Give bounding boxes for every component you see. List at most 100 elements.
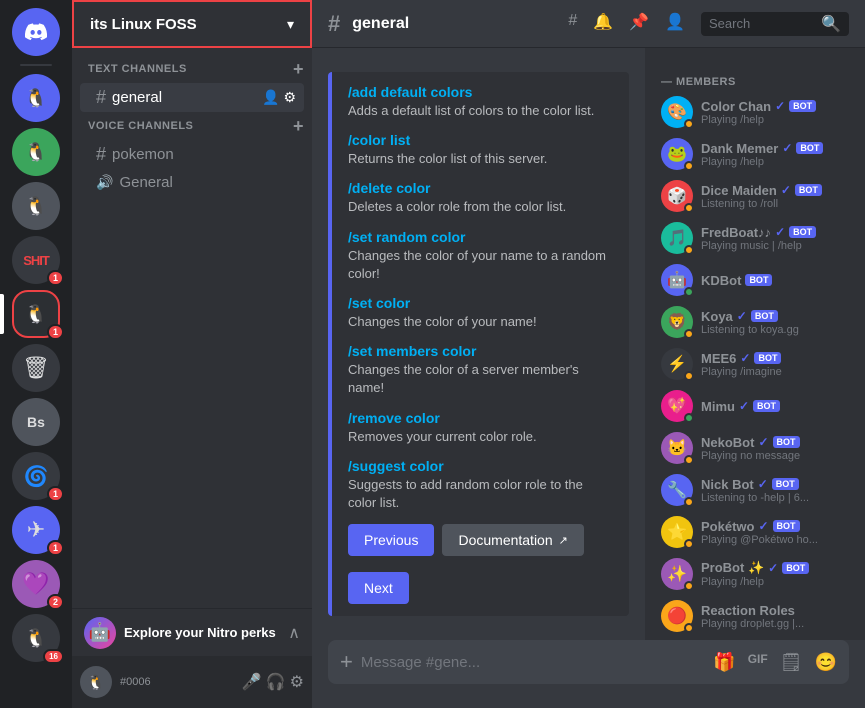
text-channels-header[interactable]: TEXT CHANNELS +	[72, 56, 312, 82]
member-name: FredBoat♪♪ ✓ BOT	[701, 225, 849, 240]
channel-general[interactable]: # general 👤 ⚙	[80, 83, 304, 112]
next-button[interactable]: Next	[348, 572, 409, 604]
cmd-name-4[interactable]: /set random color	[348, 229, 613, 245]
member-status: Playing @Pokétwo ho...	[701, 534, 849, 546]
explore-nitro-banner[interactable]: 🤖 Explore your Nitro perks ∧	[72, 608, 312, 656]
bot-badge: BOT	[773, 436, 800, 448]
channel-pokemon[interactable]: # pokemon	[80, 140, 304, 169]
cmd-name-1[interactable]: /add default colors	[348, 84, 613, 100]
member-item[interactable]: ⚡ MEE6 ✓ BOT Playing /imagine	[653, 344, 857, 384]
server-3[interactable]: 🐧	[12, 182, 60, 230]
member-item[interactable]: 🦁 Koya ✓ BOT Listening to koya.gg	[653, 302, 857, 342]
server-trash[interactable]: 🗑	[12, 344, 60, 392]
member-name: Koya ✓ BOT	[701, 309, 849, 324]
member-name: KDBot BOT	[701, 273, 849, 288]
status-dot	[684, 203, 694, 213]
cmd-name-7[interactable]: /remove color	[348, 410, 613, 426]
member-item[interactable]: 💖 Mimu ✓ BOT	[653, 386, 857, 426]
server-bs[interactable]: Bs	[12, 398, 60, 446]
server-shit[interactable]: SHIT 1	[12, 236, 60, 284]
previous-button[interactable]: Previous	[348, 524, 434, 556]
headset-button[interactable]: 🎧	[266, 672, 286, 692]
member-item[interactable]: 🔧 Nick Bot ✓ BOT Listening to -help | 6.…	[653, 470, 857, 510]
cmd-name-5[interactable]: /set color	[348, 295, 613, 311]
cmd-name-3[interactable]: /delete color	[348, 180, 613, 196]
member-item[interactable]: 🎲 Dice Maiden ✓ BOT Listening to /roll	[653, 176, 857, 216]
member-item[interactable]: 🎨 Color Chan ✓ BOT Playing /help	[653, 92, 857, 132]
add-attachment-button[interactable]: +	[340, 651, 353, 673]
bot-badge: BOT	[789, 100, 816, 112]
documentation-label: Documentation	[458, 532, 552, 548]
notifications-icon[interactable]: 🔔	[593, 12, 613, 36]
channel-general-name: general	[112, 89, 256, 106]
user-discriminator: #0006	[120, 676, 234, 688]
member-status: Playing /imagine	[701, 366, 849, 378]
server-header[interactable]: its Linux FOSS ▾	[72, 0, 312, 48]
sticker-icon[interactable]: 🗒	[780, 652, 803, 673]
search-box[interactable]: 🔍	[701, 12, 849, 36]
pin-icon[interactable]: 📌	[629, 12, 649, 36]
add-text-channel-button[interactable]: +	[293, 60, 304, 78]
member-item[interactable]: ✨ ProBot ✨ ✓ BOT Playing /help	[653, 554, 857, 594]
search-input[interactable]	[709, 16, 817, 31]
server-swirl[interactable]: 🌀 1	[12, 452, 60, 500]
member-item[interactable]: 🎵 FredBoat♪♪ ✓ BOT Playing music | /help	[653, 218, 857, 258]
server-1[interactable]: 🐧	[12, 74, 60, 122]
server-new[interactable]: 🐧 16	[12, 614, 60, 662]
server-purple[interactable]: 💜 2	[12, 560, 60, 608]
mic-button[interactable]: 🎤	[242, 672, 262, 692]
settings-icon[interactable]: ⚙	[283, 89, 296, 106]
channel-voice-general[interactable]: 🔊 General	[80, 170, 304, 195]
member-item[interactable]: 🔴 Reaction Roles Playing droplet.gg |...	[653, 596, 857, 636]
member-name: Nick Bot ✓ BOT	[701, 477, 849, 492]
members-icon[interactable]: 👤	[665, 12, 685, 36]
bot-badge: BOT	[782, 562, 809, 574]
nav-buttons-row: Previous Documentation ↗	[348, 524, 613, 556]
member-avatar: 🔴	[661, 600, 693, 632]
bot-badge: BOT	[796, 142, 823, 154]
next-button-row: Next	[348, 564, 613, 604]
server-linux-foss[interactable]: 🐧 1	[12, 290, 60, 338]
cmd-name-8[interactable]: /suggest color	[348, 458, 613, 474]
help-command-set-random-color: /set random color Changes the color of y…	[348, 229, 613, 283]
explore-nitro-chevron: ∧	[288, 623, 300, 643]
member-info: Pokétwo ✓ BOT Playing @Pokétwo ho...	[701, 519, 849, 546]
gif-icon[interactable]: GIF	[748, 652, 768, 673]
member-item[interactable]: ⭐ Pokétwo ✓ BOT Playing @Pokétwo ho...	[653, 512, 857, 552]
member-status: Playing /help	[701, 156, 849, 168]
cmd-desc-8: Suggests to add random color role to the…	[348, 476, 613, 512]
help-command-color-list: /color list Returns the color list of th…	[348, 132, 613, 168]
message-input-icons: 🎁 GIF 🗒 😊	[713, 652, 837, 673]
documentation-button[interactable]: Documentation ↗	[442, 524, 583, 556]
invite-icon[interactable]: 👤	[262, 89, 279, 106]
user-settings-button[interactable]: ⚙	[290, 672, 304, 692]
message-input-box: + 🎁 GIF 🗒 😊	[328, 640, 849, 684]
emoji-icon[interactable]: 😊	[815, 652, 837, 673]
member-item[interactable]: 🐱 NekoBot ✓ BOT Playing no message	[653, 428, 857, 468]
member-item[interactable]: 🐸 Dank Memer ✓ BOT Playing /help	[653, 134, 857, 174]
cmd-desc-7: Removes your current color role.	[348, 428, 613, 446]
cmd-desc-3: Deletes a color role from the color list…	[348, 198, 613, 216]
cmd-name-2[interactable]: /color list	[348, 132, 613, 148]
member-name: Color Chan ✓ BOT	[701, 99, 849, 114]
channel-pokemon-hash: #	[96, 144, 106, 165]
status-dot	[684, 455, 694, 465]
cmd-name-6[interactable]: /set members color	[348, 343, 613, 359]
server-discord-home[interactable]	[12, 8, 60, 56]
verified-badge: ✓	[782, 141, 792, 155]
gift-icon[interactable]: 🎁	[713, 652, 735, 673]
cmd-desc-5: Changes the color of your name!	[348, 313, 613, 331]
member-item[interactable]: 🤖 KDBot BOT	[653, 260, 857, 300]
server-2[interactable]: 🐧	[12, 128, 60, 176]
help-command-remove-color: /remove color Removes your current color…	[348, 410, 613, 446]
member-name: ProBot ✨ ✓ BOT	[701, 560, 849, 576]
add-voice-channel-button[interactable]: +	[293, 117, 304, 135]
voice-channels-header[interactable]: VOICE CHANNELS +	[72, 113, 312, 139]
member-status: Playing music | /help	[701, 240, 849, 252]
message-input-area: + 🎁 GIF 🗒 😊	[312, 640, 865, 708]
server-plane[interactable]: ✈ 1	[12, 506, 60, 554]
member-avatar: ⭐	[661, 516, 693, 548]
message-input[interactable]	[361, 654, 705, 671]
member-avatar: 🔧	[661, 474, 693, 506]
threads-icon[interactable]: #	[568, 12, 577, 36]
